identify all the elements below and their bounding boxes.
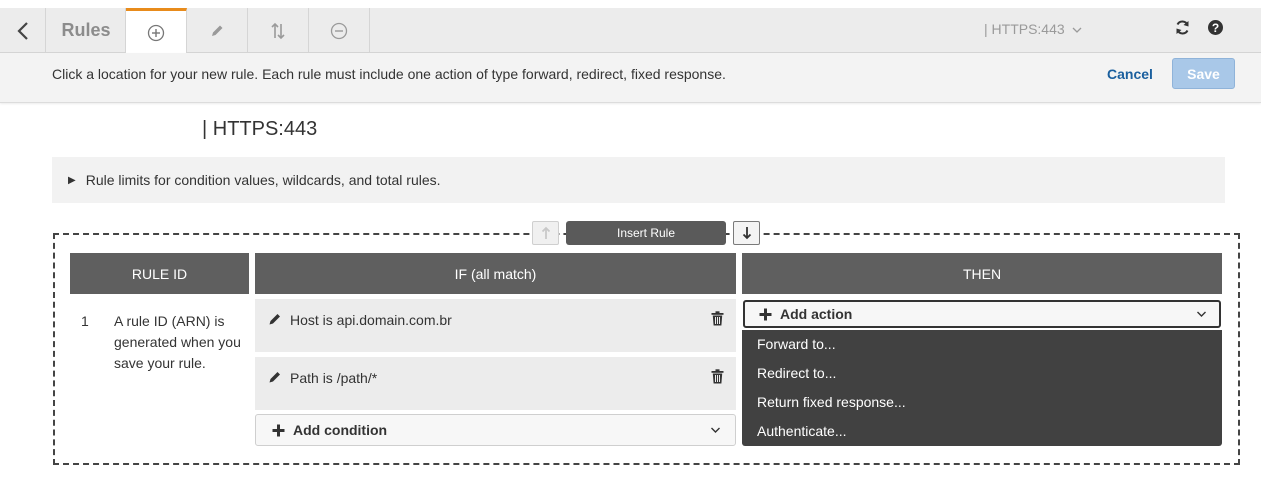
rule-limits-label: Rule limits for condition values, wildca… — [85, 172, 441, 188]
listener-select-label: | HTTPS:443 — [984, 21, 1065, 37]
add-condition-label: Add condition — [293, 422, 388, 438]
insert-below-button[interactable] — [733, 221, 760, 245]
tab-delete-rules[interactable] — [309, 8, 370, 53]
condition-path[interactable]: Path is /path/* — [255, 357, 736, 410]
add-condition-dropdown[interactable]: Add condition — [255, 414, 736, 446]
refresh-icon — [1176, 20, 1189, 35]
column-header-if: IF (all match) — [255, 253, 736, 294]
page-title: Rules — [47, 8, 126, 53]
rule-id-note: A rule ID (ARN) is generated when you sa… — [114, 313, 241, 371]
column-header-rule-id: RULE ID — [70, 253, 249, 294]
plus-circle-icon — [147, 24, 165, 41]
trash-icon[interactable] — [711, 369, 724, 384]
menu-item-redirect[interactable]: Redirect to... — [757, 365, 836, 381]
add-action-label: Add action — [780, 306, 853, 322]
cancel-button[interactable]: Cancel — [1107, 66, 1153, 82]
save-button[interactable]: Save — [1172, 58, 1235, 89]
help-icon: ? — [1208, 20, 1223, 35]
back-button[interactable] — [0, 8, 46, 53]
chevron-down-icon — [1072, 27, 1082, 33]
arrow-down-icon — [742, 227, 751, 240]
pencil-icon — [212, 25, 223, 36]
menu-item-forward[interactable]: Forward to... — [757, 336, 836, 352]
sort-icon — [271, 22, 285, 39]
action-menu: Forward to... Redirect to... Return fixe… — [742, 330, 1222, 446]
plus-icon — [272, 424, 285, 436]
rules-toolbar: Rules | HTTPS:443 ? — [0, 8, 1261, 54]
plus-icon — [759, 308, 772, 320]
svg-text:?: ? — [1212, 21, 1219, 35]
chevron-left-icon — [16, 21, 28, 40]
chevron-down-icon — [711, 427, 720, 433]
help-button[interactable]: ? — [1207, 19, 1224, 41]
refresh-button[interactable] — [1174, 19, 1191, 41]
arrow-up-icon — [541, 226, 550, 239]
listener-heading: | HTTPS:443 — [202, 118, 318, 140]
tab-add-rule[interactable] — [126, 8, 187, 54]
instruction-text: Click a location for your new rule. Each… — [52, 66, 726, 82]
add-action-dropdown[interactable]: Add action — [743, 300, 1221, 328]
menu-item-authenticate[interactable]: Authenticate... — [757, 423, 847, 439]
minus-circle-icon — [330, 22, 348, 39]
rule-number: 1 — [81, 313, 89, 329]
edit-mode-bar: Click a location for your new rule. Each… — [0, 53, 1261, 103]
rule-limits-expander[interactable]: ▶ Rule limits for condition values, wild… — [52, 157, 1225, 203]
insert-rule-label: Insert Rule — [566, 221, 726, 245]
listener-select[interactable]: | HTTPS:443 — [984, 21, 1082, 37]
column-header-then: THEN — [742, 253, 1222, 294]
caret-right-icon: ▶ — [68, 174, 76, 186]
trash-icon[interactable] — [711, 311, 724, 326]
condition-text: Path is /path/* — [290, 370, 378, 386]
condition-text: Host is api.domain.com.br — [290, 312, 452, 328]
pencil-icon[interactable] — [268, 370, 282, 384]
insert-above-button[interactable] — [532, 221, 559, 245]
tab-reorder-rules[interactable] — [248, 8, 309, 53]
menu-item-fixed-response[interactable]: Return fixed response... — [757, 394, 906, 410]
condition-host[interactable]: Host is api.domain.com.br — [255, 299, 736, 352]
tab-edit-rules[interactable] — [187, 8, 248, 53]
pencil-icon[interactable] — [268, 312, 282, 326]
chevron-down-icon — [1197, 311, 1206, 317]
